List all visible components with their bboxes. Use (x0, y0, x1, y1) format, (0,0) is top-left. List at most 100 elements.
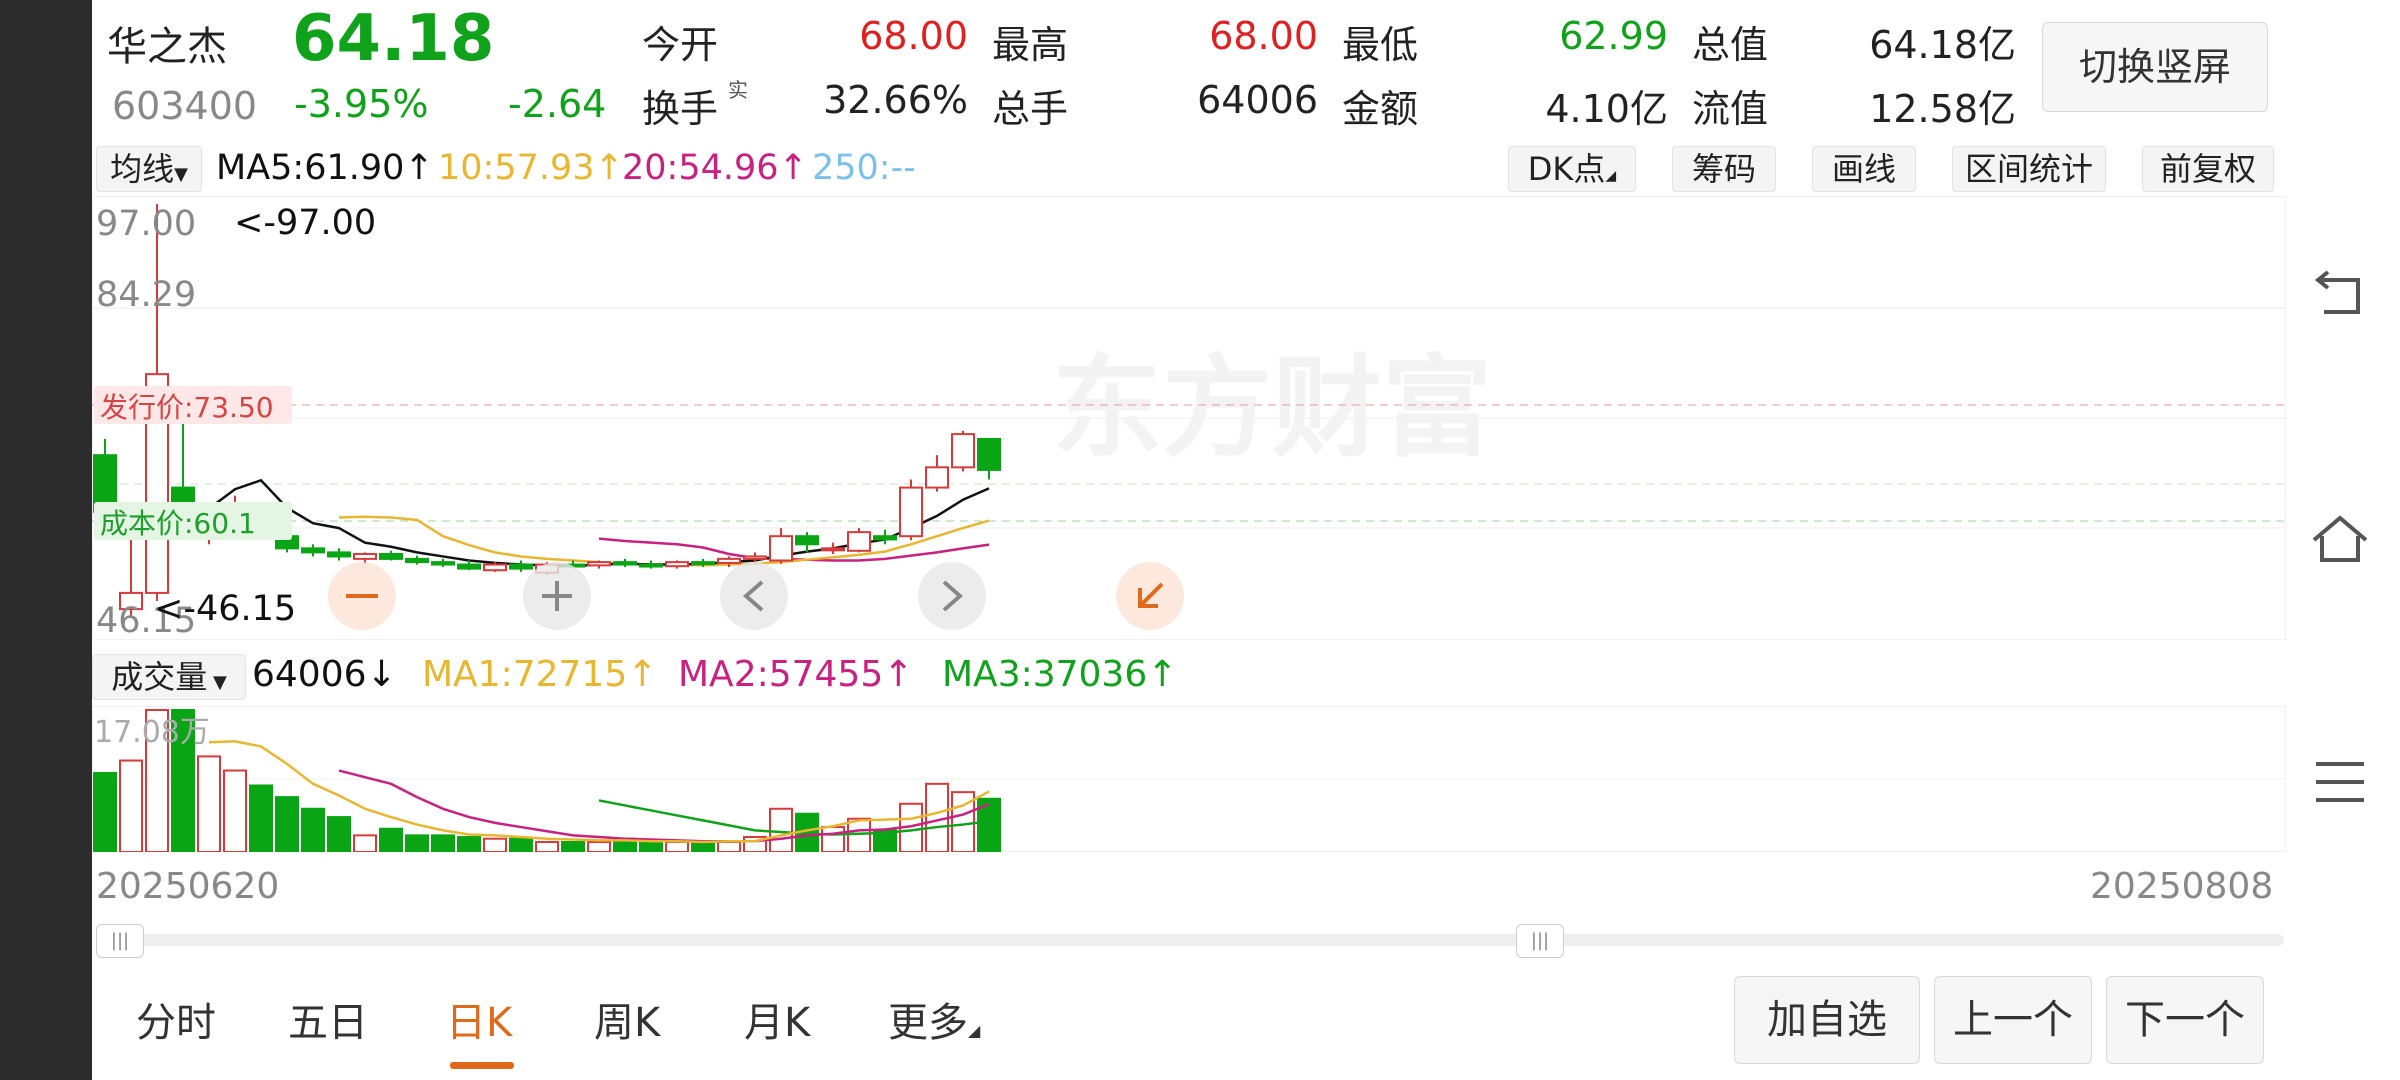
scroll-left-button[interactable] (720, 562, 788, 630)
adjust-button[interactable]: 前复权 (2142, 146, 2274, 192)
corner-triangle-icon: ◢ (968, 1021, 981, 1040)
volume-bar-down (249, 784, 273, 852)
candle-down (457, 563, 481, 570)
volume-bar-up (587, 841, 611, 852)
candle-down (509, 563, 533, 570)
low-annotation: <-46.15 (154, 589, 296, 629)
candle-up (665, 561, 689, 568)
corner-triangle-icon: ◢ (1605, 168, 1617, 184)
reset-view-button[interactable] (1116, 562, 1184, 630)
volume-bar-down (457, 836, 481, 852)
tab-weekly-k[interactable]: 周K (594, 990, 660, 1048)
candle-up (717, 557, 741, 564)
volume-bar-down (509, 837, 533, 852)
vol-ma2-legend: MA2:57455↑ (678, 654, 914, 695)
volume-bar-down (301, 807, 325, 852)
tab-daily-k[interactable]: 日K (446, 990, 512, 1048)
vol-ma1-legend: MA1:72715↑ (422, 654, 658, 695)
volume-bar-up (847, 817, 871, 852)
turnover-label: 换手 (642, 87, 719, 131)
change-percent: -3.95% (294, 82, 429, 126)
volume-chart[interactable]: 17.08万 (92, 706, 2286, 852)
ma20-legend: 20:54.96↑ (622, 148, 808, 188)
start-date: 20250620 (96, 866, 280, 907)
range-slider-right-handle[interactable]: ||| (1516, 924, 1564, 958)
dk-point-button[interactable]: DK点◢ (1508, 146, 1636, 192)
range-slider-track[interactable] (96, 934, 2284, 946)
candle-up (925, 466, 949, 489)
previous-button[interactable]: 上一个 (1934, 976, 2092, 1064)
dropdown-arrow-icon: ▼ (207, 672, 227, 693)
volume-bar-up (665, 841, 689, 852)
tab-monthly-k[interactable]: 月K (744, 990, 810, 1048)
menu-icon[interactable] (2310, 754, 2370, 814)
left-edge-bar (0, 0, 92, 1080)
stock-code: 603400 (112, 84, 258, 128)
turnover-value: 32.66% (823, 78, 968, 122)
volume-bar-up (197, 755, 221, 852)
home-icon[interactable] (2310, 512, 2370, 572)
total-value-label: 总值 (1692, 23, 1769, 67)
candle-down (431, 561, 455, 566)
next-button[interactable]: 下一个 (2106, 976, 2264, 1064)
dk-point-label: DK点 (1527, 150, 1606, 188)
y-axis-mid: 84.29 (96, 275, 196, 315)
active-tab-indicator (450, 1062, 514, 1069)
zoom-out-button[interactable] (328, 562, 396, 630)
change-amount: -2.64 (508, 82, 607, 126)
y-axis-max: 97.00 (96, 204, 196, 244)
volume-label: 总手 (992, 87, 1069, 131)
low-label: 最低 (1342, 23, 1419, 67)
scroll-right-button[interactable] (918, 562, 986, 630)
candle-down (301, 547, 325, 554)
volume-legend: 64006↓ (252, 654, 397, 695)
ma-selector[interactable]: 均线▼ (96, 146, 202, 192)
candle-up (951, 433, 975, 469)
candle-down (613, 561, 637, 566)
zoom-in-button[interactable] (523, 562, 591, 630)
low-value: 62.99 (1559, 14, 1668, 58)
range-stats-button[interactable]: 区间统计 (1952, 146, 2106, 192)
stock-name: 华之杰 (107, 24, 227, 70)
candle-up (769, 535, 793, 562)
total-value: 64.18亿 (1869, 23, 2016, 67)
ma250-legend: 250:-- (812, 148, 916, 188)
ma5-legend: MA5:61.90↑ (216, 148, 434, 188)
volume-max-label: 17.08万 (94, 715, 210, 750)
tab-more[interactable]: 更多◢ (888, 990, 980, 1048)
volume-bar-down (561, 841, 585, 852)
candle-down (873, 535, 897, 541)
volume-bar-up (717, 841, 741, 852)
dropdown-arrow-icon: ▼ (174, 164, 188, 185)
volume-bar-down (93, 772, 117, 852)
tab-five-day[interactable]: 五日 (288, 990, 368, 1048)
tab-intraday[interactable]: 分时 (136, 990, 216, 1048)
switch-portrait-button[interactable]: 切换竖屏 (2042, 22, 2268, 112)
cost-price-label: 成本价:60.1 (100, 507, 256, 540)
candle-down (405, 557, 429, 564)
float-value-label: 流值 (1692, 87, 1769, 131)
watermark: 东方财富 (1052, 344, 1492, 472)
high-label: 最高 (992, 23, 1069, 67)
end-date: 20250808 (2090, 866, 2274, 907)
high-value: 68.00 (1209, 14, 1318, 58)
volume-selector[interactable]: 成交量 ▼ (92, 654, 246, 700)
add-watchlist-button[interactable]: 加自选 (1734, 976, 1920, 1064)
volume-bar-up (119, 759, 143, 852)
volume-bar-down (327, 816, 351, 852)
draw-line-button[interactable]: 画线 (1812, 146, 1916, 192)
back-icon[interactable] (2310, 268, 2370, 328)
float-value: 12.58亿 (1869, 87, 2016, 131)
price-chart[interactable]: 东方财富 发行价:73.50 成本价:60.1 97.00 84.29 46.1… (92, 196, 2286, 640)
candle-up (483, 563, 507, 572)
volume-bar-down (431, 834, 455, 852)
stock-price: 64.18 (292, 2, 495, 76)
volume-bar-down (639, 841, 663, 852)
candle-up (821, 547, 845, 552)
candle-down (171, 486, 195, 505)
volume-bar-up (353, 834, 377, 852)
volume-bar-up (535, 841, 559, 852)
range-slider-left-handle[interactable]: ||| (96, 924, 144, 958)
chips-button[interactable]: 筹码 (1672, 146, 1776, 192)
turnover-sup: 实 (728, 78, 748, 102)
